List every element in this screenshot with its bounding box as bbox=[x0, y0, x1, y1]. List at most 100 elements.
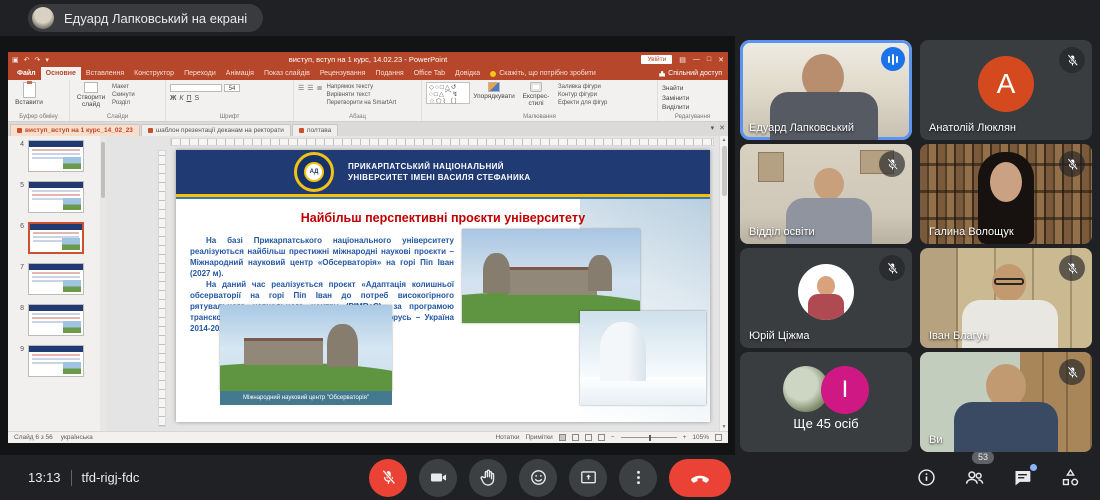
chat-button[interactable] bbox=[1010, 466, 1034, 490]
slide-canvas[interactable]: АД ПРИКАРПАТСЬКИЙ НАЦІОНАЛЬНИЙ УНІВЕРСИТ… bbox=[176, 150, 710, 422]
italic-button[interactable]: К bbox=[179, 95, 183, 102]
close-button[interactable]: ✕ bbox=[718, 56, 724, 64]
slide-sorter-view-icon[interactable] bbox=[572, 434, 579, 441]
meeting-details-button[interactable] bbox=[914, 466, 938, 490]
ppt-title-bar: ▣ ↶ ↷ ▾ виступ, вступ на 1 курс, 14.02.2… bbox=[8, 52, 728, 67]
zoom-out-button[interactable]: − bbox=[611, 434, 615, 441]
raise-hand-button[interactable] bbox=[469, 459, 507, 497]
participant-name: Відділ освіти bbox=[749, 226, 815, 238]
reading-view-icon[interactable] bbox=[585, 434, 592, 441]
reactions-button[interactable] bbox=[519, 459, 557, 497]
zoom-in-button[interactable]: + bbox=[683, 434, 687, 441]
slideshow-view-icon[interactable] bbox=[598, 434, 605, 441]
font-size-combobox[interactable]: 54 bbox=[224, 84, 240, 92]
strikethrough-button[interactable]: S bbox=[195, 95, 200, 102]
tile-eduard-lapkovskyi[interactable]: Едуард Лапковський bbox=[740, 40, 912, 140]
quick-styles-button[interactable]: Експрес-стилі bbox=[518, 82, 554, 107]
list-buttons[interactable]: ☰☰≣ bbox=[298, 82, 322, 92]
fit-to-window-icon[interactable] bbox=[715, 434, 722, 441]
more-options-button[interactable] bbox=[619, 459, 657, 497]
thumbnail-slide-4[interactable]: 4 bbox=[12, 140, 100, 172]
group-clipboard: Вставити Буфер обміну bbox=[8, 80, 70, 121]
slide-body: Найбільш перспективні проєкти університе… bbox=[176, 199, 710, 422]
tab-review[interactable]: Рецензування bbox=[315, 67, 371, 80]
layout-button[interactable]: Макет bbox=[112, 84, 135, 90]
doc-tab-2[interactable]: шаблон презентації деканам на ректорати bbox=[141, 124, 291, 136]
zoom-slider[interactable] bbox=[621, 437, 677, 438]
replace-button[interactable]: Замінити bbox=[662, 95, 689, 102]
tab-transitions[interactable]: Переходи bbox=[179, 67, 221, 80]
find-button[interactable]: Знайти bbox=[662, 85, 689, 92]
slide-editor: АД ПРИКАРПАТСЬКИЙ НАЦІОНАЛЬНИЙ УНІВЕРСИТ… bbox=[106, 136, 728, 431]
thumbnail-slide-7[interactable]: 7 bbox=[12, 263, 100, 295]
tab-slideshow[interactable]: Показ слайдів bbox=[259, 67, 315, 80]
text-direction-button[interactable]: Напрямок тексту bbox=[326, 84, 396, 90]
tab-file[interactable]: Файл bbox=[12, 67, 41, 80]
doc-tab-close-icon[interactable]: ✕ bbox=[719, 124, 725, 132]
thumbnail-slide-9[interactable]: 9 bbox=[12, 345, 100, 377]
comments-button[interactable]: Примітки bbox=[525, 434, 552, 441]
bold-button[interactable]: Ж bbox=[170, 95, 176, 102]
shape-effects-button[interactable]: Ефекти для фігур bbox=[558, 100, 607, 106]
align-text-button[interactable]: Вирівняти текст bbox=[326, 92, 396, 98]
mic-mute-button[interactable] bbox=[369, 459, 407, 497]
present-screen-button[interactable] bbox=[569, 459, 607, 497]
tab-animations[interactable]: Анімація bbox=[221, 67, 259, 80]
share-button[interactable]: Спільний доступ bbox=[659, 67, 722, 80]
tab-help[interactable]: Довідка bbox=[450, 67, 485, 80]
mic-muted-icon bbox=[1059, 255, 1085, 281]
underline-button[interactable]: П bbox=[186, 95, 191, 102]
new-slide-button[interactable]: Створити слайд bbox=[74, 82, 108, 108]
language-indicator[interactable]: українська bbox=[61, 434, 93, 441]
leave-call-button[interactable] bbox=[669, 459, 731, 497]
reset-button[interactable]: Скинути bbox=[112, 92, 135, 98]
smartart-button[interactable]: Перетворити на SmartArt bbox=[326, 100, 396, 106]
tab-insert[interactable]: Вставлення bbox=[81, 67, 129, 80]
tab-office-tab[interactable]: Office Tab bbox=[409, 67, 450, 80]
thumbnail-slide-8[interactable]: 8 bbox=[12, 304, 100, 336]
shape-outline-button[interactable]: Контур фігури bbox=[558, 92, 607, 98]
tile-more-participants[interactable]: І Ще 45 осіб bbox=[740, 352, 912, 452]
tile-viddil-osvity[interactable]: Відділ освіти bbox=[740, 144, 912, 244]
signin-button[interactable]: Увійти bbox=[641, 55, 672, 64]
tile-yurii-tsizhma[interactable]: Юрій Ціжма bbox=[740, 248, 912, 348]
shapes-gallery[interactable]: ◇○□△↺○□△⌒↯☆⬠⌇（） bbox=[426, 82, 470, 104]
tile-ivan-blahun[interactable]: Іван Благун bbox=[920, 248, 1092, 348]
maximize-button[interactable]: □ bbox=[707, 56, 711, 63]
thumbnail-slide-6-selected[interactable]: 6 bbox=[12, 222, 100, 254]
participants-button[interactable]: 53 bbox=[962, 466, 986, 490]
ppt-status-bar: Слайд 6 з 56 українська Нотатки Примітки… bbox=[8, 431, 728, 443]
tab-design[interactable]: Конструктор bbox=[129, 67, 179, 80]
editor-scrollbar[interactable]: ▲▼ bbox=[719, 136, 728, 431]
tab-view[interactable]: Подання bbox=[370, 67, 408, 80]
shape-fill-button[interactable]: Заливка фігури bbox=[558, 84, 607, 90]
doc-tab-active[interactable]: виступ_вступ на 1 курс_14_02_23 bbox=[10, 124, 140, 136]
thumbnail-slide-5[interactable]: 5 bbox=[12, 181, 100, 213]
font-name-combobox[interactable] bbox=[170, 84, 222, 92]
tab-home[interactable]: Основне bbox=[41, 67, 81, 80]
observatory-photo-bottom bbox=[220, 305, 392, 391]
tile-you[interactable]: Ви bbox=[920, 352, 1092, 452]
mic-muted-icon bbox=[879, 255, 905, 281]
tile-anatolii-liuklian[interactable]: А Анатолій Люклян bbox=[920, 40, 1092, 140]
ribbon-display-options-icon[interactable]: ▤ bbox=[679, 56, 686, 64]
participant-name: Ви bbox=[929, 434, 942, 446]
section-button[interactable]: Розділ bbox=[112, 100, 135, 106]
paste-button[interactable]: Вставити bbox=[12, 82, 46, 106]
zoom-level[interactable]: 105% bbox=[692, 434, 709, 441]
doc-tab-3[interactable]: полтава bbox=[292, 124, 338, 136]
normal-view-icon[interactable] bbox=[559, 434, 566, 441]
chat-notification-dot bbox=[1030, 464, 1037, 471]
activities-button[interactable] bbox=[1058, 466, 1082, 490]
notes-button[interactable]: Нотатки bbox=[495, 434, 519, 441]
person-icon bbox=[659, 71, 665, 77]
tile-halyna-voloshchuk[interactable]: Галина Волощук bbox=[920, 144, 1092, 244]
audio-level-indicator bbox=[881, 47, 905, 71]
camera-button[interactable] bbox=[419, 459, 457, 497]
doc-tab-menu-icon[interactable]: ▾ bbox=[711, 124, 715, 132]
minimize-button[interactable]: — bbox=[693, 56, 700, 63]
arrange-button[interactable]: Упорядкувати bbox=[474, 82, 514, 100]
select-button[interactable]: Виділити bbox=[662, 104, 689, 111]
slide-thumbnail-panel[interactable]: 4 5 6 7 8 bbox=[8, 136, 100, 431]
tell-me-box[interactable]: Скажіть, що потрібно зробити bbox=[485, 67, 601, 80]
